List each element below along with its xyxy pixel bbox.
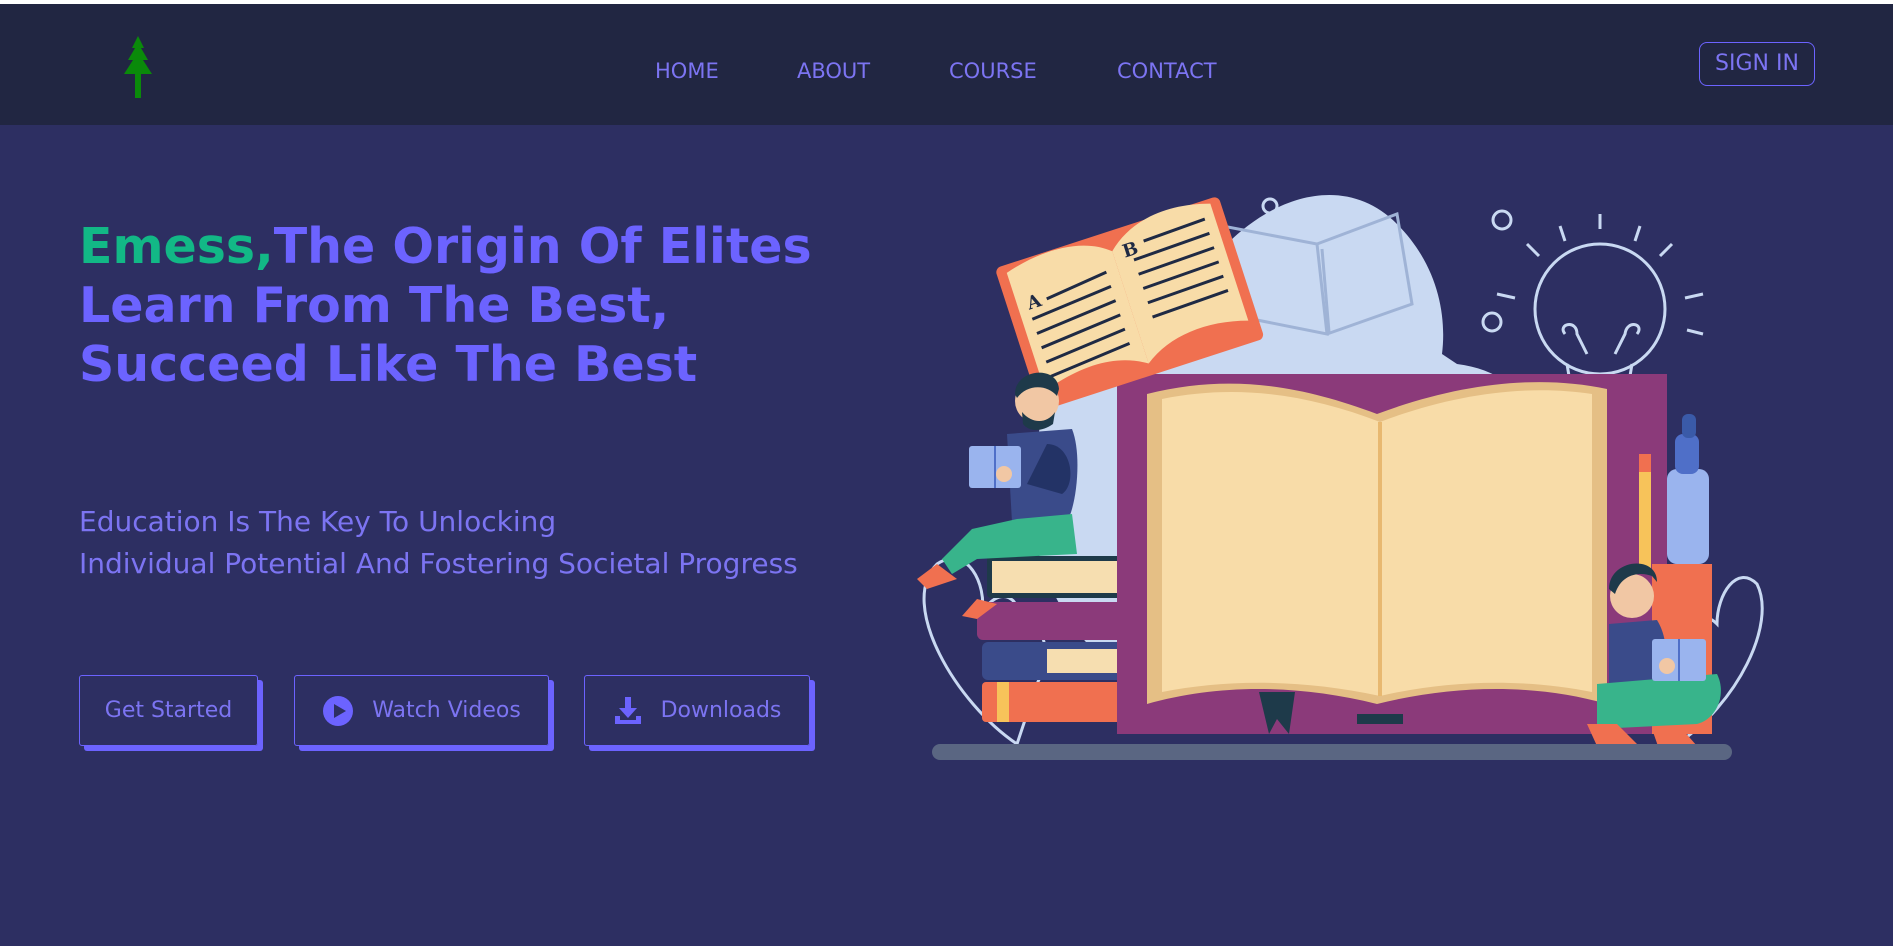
watch-videos-label: Watch Videos bbox=[372, 698, 521, 723]
nav-link-contact[interactable]: CONTACT bbox=[1117, 54, 1217, 88]
nav-link-about[interactable]: ABOUT bbox=[797, 54, 870, 88]
download-icon bbox=[613, 696, 643, 726]
nav-link-home[interactable]: HOME bbox=[655, 54, 719, 88]
downloads-button[interactable]: Downloads bbox=[584, 675, 810, 746]
open-book bbox=[1117, 374, 1667, 734]
sign-in-button[interactable]: SIGN IN bbox=[1699, 42, 1815, 86]
hero-subtitle: Education Is The Key To Unlocking Indivi… bbox=[79, 501, 919, 585]
get-started-label: Get Started bbox=[104, 698, 233, 723]
nav-link-course[interactable]: COURSE bbox=[949, 54, 1037, 88]
hero-subtitle-line-1: Education Is The Key To Unlocking bbox=[79, 505, 557, 538]
play-circle-icon bbox=[322, 695, 354, 727]
hero-subtitle-line-2: Individual Potential And Fostering Socie… bbox=[79, 547, 798, 580]
navbar: HOME ABOUT COURSE CONTACT SIGN IN bbox=[0, 4, 1893, 125]
landing-page: HOME ABOUT COURSE CONTACT SIGN IN Emess,… bbox=[0, 4, 1893, 946]
hero-title-brand: Emess, bbox=[79, 218, 274, 275]
get-started-button[interactable]: Get Started bbox=[79, 675, 258, 746]
main-nav: HOME ABOUT COURSE CONTACT bbox=[0, 54, 1893, 88]
downloads-label: Downloads bbox=[660, 698, 782, 723]
hero-illustration: A B bbox=[917, 195, 1764, 760]
hero-title: Emess,The Origin Of Elites Learn From Th… bbox=[79, 217, 839, 394]
floor-shadow bbox=[932, 744, 1732, 760]
watch-videos-button[interactable]: Watch Videos bbox=[294, 675, 549, 746]
